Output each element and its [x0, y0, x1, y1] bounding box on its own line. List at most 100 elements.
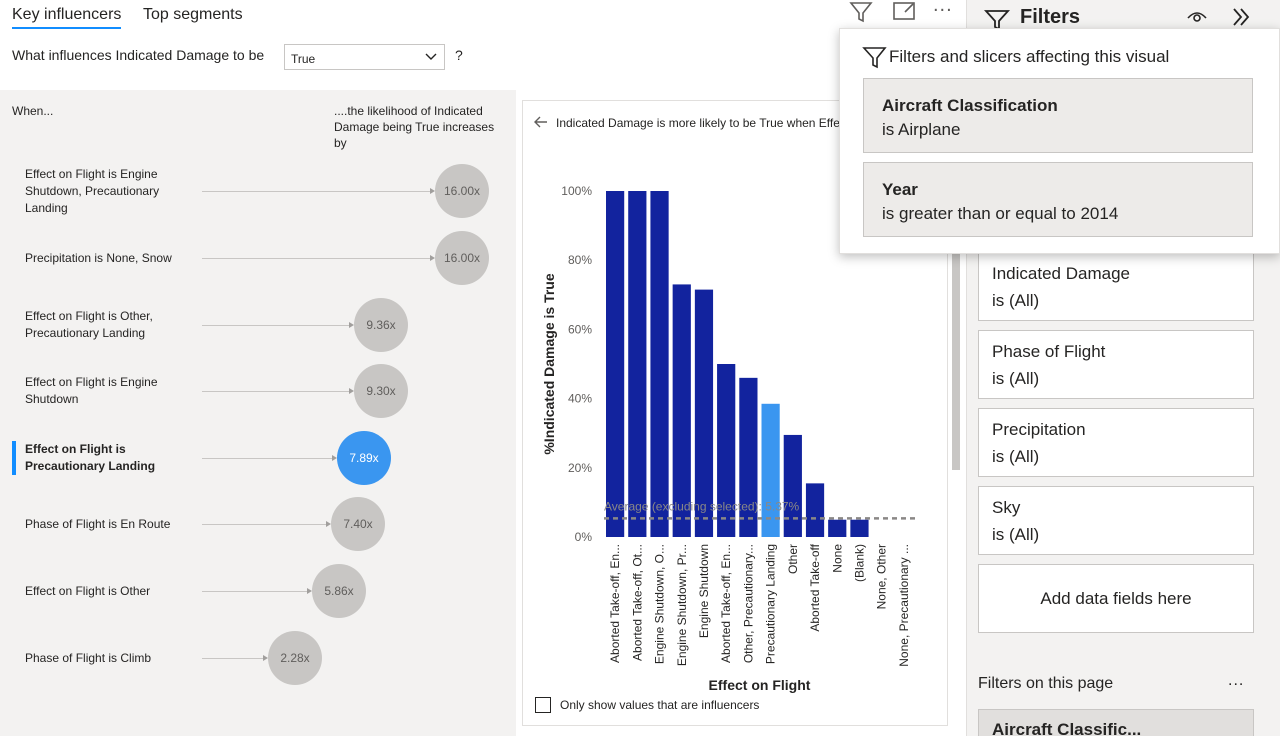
influencer-connector — [202, 458, 333, 459]
filter-card-condition: is (All) — [992, 291, 1040, 310]
influencer-connector — [202, 591, 308, 592]
influencer-bubble[interactable]: 16.00x — [435, 164, 489, 218]
filter-card-name: Aircraft Classific... — [992, 720, 1142, 736]
filter-card-condition: is (All) — [992, 369, 1040, 388]
influencer-connector — [202, 258, 431, 259]
average-label: Average (excluding selected): 5.37% — [604, 499, 800, 513]
influencer-label[interactable]: Effect on Flight is Engine Shutdown, Pre… — [25, 166, 190, 217]
popup-title: Filters and slicers affecting this visua… — [889, 47, 1170, 66]
influencer-label[interactable]: Effect on Flight is Other — [25, 583, 190, 600]
x-tick-label: Engine Shutdown, Pr... — [675, 544, 689, 666]
back-arrow-icon[interactable] — [533, 114, 549, 133]
checkbox-label: Only show values that are influencers — [560, 698, 760, 712]
x-tick-label: None — [830, 544, 844, 573]
y-tick-label: 80% — [568, 253, 592, 267]
add-data-fields-dropzone[interactable]: Add data fields here — [978, 564, 1254, 633]
scrollbar[interactable] — [952, 250, 960, 470]
bar[interactable] — [761, 403, 780, 537]
influencer-connector — [202, 325, 350, 326]
filter-card-indicated-damage[interactable]: Indicated Damage is (All) — [978, 252, 1254, 321]
influencer-connector — [202, 391, 350, 392]
filter-name: Aircraft Classification — [882, 96, 1058, 115]
filters-on-page-header: Filters on this page — [978, 675, 1114, 692]
y-tick-label: 40% — [568, 392, 592, 406]
influencer-label[interactable]: Effect on Flight is Precautionary Landin… — [25, 441, 190, 475]
influencer-connector — [202, 524, 327, 525]
filter-name: Year — [882, 180, 918, 199]
influencer-label[interactable]: Effect on Flight is Other, Precautionary… — [25, 308, 190, 342]
bar[interactable] — [805, 483, 825, 537]
dropdown-value: True — [291, 52, 316, 66]
chart-description: Indicated Damage is more likely to be Tr… — [556, 116, 846, 130]
y-tick-label: 100% — [561, 184, 592, 198]
x-tick-label: Precautionary Landing — [764, 544, 778, 664]
bar[interactable] — [828, 519, 847, 537]
likelihood-header: ....the likelihood of Indicated Damage b… — [334, 104, 495, 150]
influencer-label[interactable]: Phase of Flight is Climb — [25, 650, 190, 667]
when-header: When... — [12, 104, 54, 118]
x-tick-label: Engine Shutdown — [697, 544, 711, 638]
influencer-bubble[interactable]: 5.86x — [312, 564, 366, 618]
selection-indicator — [12, 441, 16, 475]
filter-card-phase-of-flight[interactable]: Phase of Flight is (All) — [978, 330, 1254, 399]
y-axis-label: %Indicated Damage is True — [541, 273, 557, 454]
tab-top-segments[interactable]: Top segments — [143, 6, 243, 24]
filters-title: Filters — [1020, 6, 1081, 28]
help-icon[interactable]: ? — [455, 47, 463, 63]
filter-card-name: Indicated Damage — [992, 264, 1130, 283]
filter-condition: is greater than or equal to 2014 — [882, 204, 1119, 223]
influencer-bubble[interactable]: 7.89x — [337, 431, 391, 485]
x-tick-label: Engine Shutdown, O... — [653, 544, 667, 664]
target-value-dropdown[interactable]: True — [284, 44, 445, 70]
x-tick-label: Aborted Take-off, Ot... — [630, 544, 644, 661]
question-label: What influences Indicated Damage to be — [12, 47, 265, 63]
x-tick-label: (Blank) — [852, 544, 866, 582]
influencer-bubble[interactable]: 7.40x — [331, 497, 385, 551]
y-tick-label: 60% — [568, 322, 592, 336]
popup-filter-year: Year is greater than or equal to 2014 — [863, 162, 1253, 237]
influencer-connector — [202, 191, 431, 192]
filter-card-condition: is (All) — [992, 525, 1040, 544]
y-tick-label: 0% — [575, 530, 593, 544]
x-tick-label: None, Other — [875, 544, 889, 609]
filter-card-condition: is (All) — [992, 447, 1040, 466]
x-tick-label: Aborted Take-off, En... — [608, 544, 622, 663]
bar[interactable] — [628, 191, 647, 537]
chevron-down-icon — [424, 49, 438, 66]
x-axis-label: Effect on Flight — [709, 677, 811, 693]
focus-mode-icon[interactable] — [891, 0, 917, 29]
influencer-bubble[interactable]: 9.30x — [354, 364, 408, 418]
influencer-label[interactable]: Phase of Flight is En Route — [25, 516, 190, 533]
influencer-bubble[interactable]: 16.00x — [435, 231, 489, 285]
influencers-only-checkbox[interactable] — [535, 697, 551, 713]
more-options-icon[interactable]: ... — [1228, 672, 1244, 690]
bar[interactable] — [650, 191, 669, 537]
filter-card-name: Precipitation — [992, 420, 1086, 439]
add-fields-label: Add data fields here — [1040, 588, 1192, 608]
influencer-label[interactable]: Effect on Flight is Engine Shutdown — [25, 374, 190, 408]
tab-key-influencers[interactable]: Key influencers — [12, 6, 122, 29]
x-tick-label: Other, Precautionary... — [741, 544, 755, 663]
influencer-label[interactable]: Precipitation is None, Snow — [25, 250, 190, 267]
influencer-bubble[interactable]: 9.36x — [354, 298, 408, 352]
filter-card-name: Sky — [992, 498, 1021, 517]
x-tick-label: Aborted Take-off, En... — [719, 544, 733, 663]
more-options-icon[interactable]: ... — [933, 0, 953, 17]
bar[interactable] — [783, 434, 802, 537]
influencer-bubble[interactable]: 2.28x — [268, 631, 322, 685]
filter-icon — [862, 45, 888, 74]
filter-card-sky[interactable]: Sky is (All) — [978, 486, 1254, 555]
filter-card-name: Phase of Flight — [992, 342, 1106, 361]
popup-filter-aircraft-classification: Aircraft Classification is Airplane — [863, 78, 1253, 153]
influencer-connector — [202, 658, 264, 659]
x-tick-label: None, Precautionary ... — [897, 544, 911, 667]
y-tick-label: 20% — [568, 461, 592, 475]
filter-icon[interactable] — [848, 0, 874, 29]
bar[interactable] — [605, 191, 625, 537]
filter-card-aircraft-classification[interactable]: Aircraft Classific... — [978, 709, 1254, 736]
filter-card-precipitation[interactable]: Precipitation is (All) — [978, 408, 1254, 477]
x-tick-label: Other — [786, 544, 800, 574]
x-tick-label: Aborted Take-off — [808, 543, 822, 631]
bar[interactable] — [850, 519, 869, 537]
filter-condition: is Airplane — [882, 120, 961, 139]
